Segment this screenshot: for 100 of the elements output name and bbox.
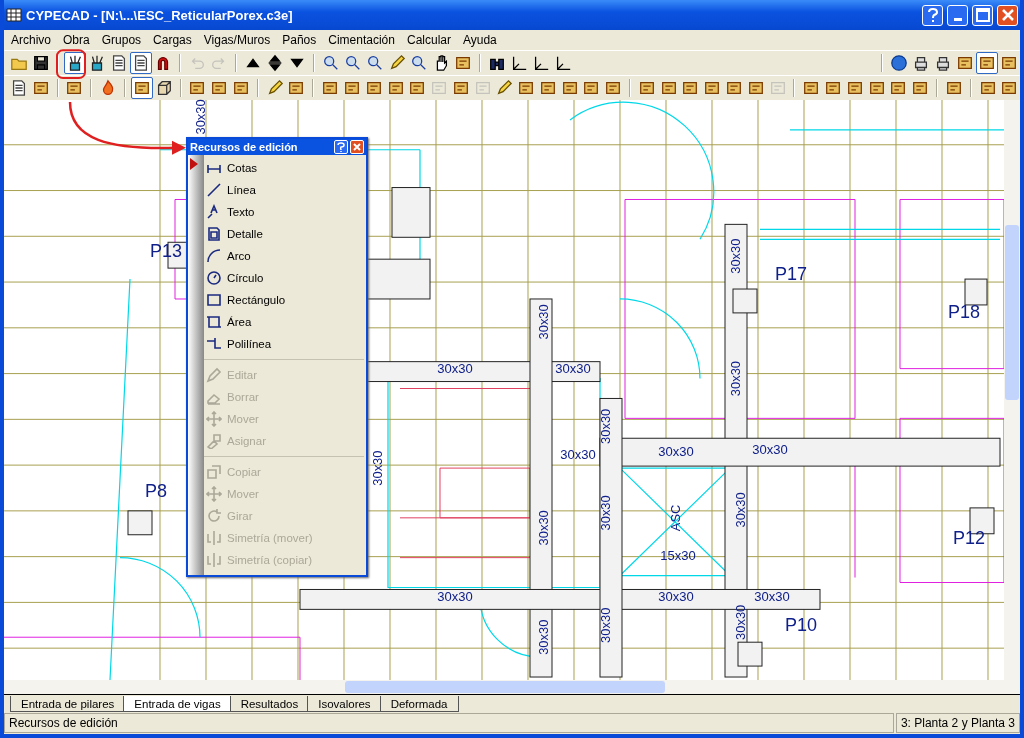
section-size-label: ASC (667, 504, 683, 532)
tool-icon (1000, 79, 1019, 97)
tab[interactable]: Entrada de pilares (10, 696, 126, 712)
tool-list-item[interactable]: Polilínea (204, 333, 366, 355)
tool-icon (911, 79, 930, 97)
column-label: P10 (785, 615, 817, 636)
menu-item[interactable]: Vigas/Muros (198, 33, 276, 47)
menu-item[interactable]: Archivo (6, 33, 56, 47)
toolbar-button[interactable] (976, 52, 998, 74)
menu-item[interactable]: Grupos (96, 33, 147, 47)
tool-icon (724, 79, 743, 97)
section-size-label: 30x30 (727, 360, 743, 397)
tool-icon (845, 79, 864, 97)
grid-icon (6, 7, 22, 23)
document-icon (132, 54, 150, 72)
maximize-button[interactable] (972, 4, 993, 26)
tool-icon (451, 79, 470, 97)
menu-item[interactable]: Paños (277, 33, 322, 47)
copy-icon (206, 464, 222, 480)
tool-icon (802, 79, 821, 97)
section-size-label: 30x30 (754, 589, 790, 605)
tool-icon (978, 54, 996, 72)
tool-icon (454, 54, 472, 72)
tool-icon (824, 79, 842, 97)
help-button[interactable] (922, 4, 943, 26)
tool-icon (768, 79, 787, 97)
tab[interactable]: Entrada de vigas (123, 696, 232, 712)
tool-icon (582, 79, 601, 97)
column-label: P18 (948, 301, 980, 322)
column-label: P13 (150, 241, 182, 262)
column-label: P12 (953, 527, 985, 548)
menu-item[interactable]: Calcular (401, 33, 456, 47)
horizontal-scrollbar[interactable] (4, 680, 1020, 694)
tool-icon (703, 79, 722, 97)
tool-list-item[interactable]: Línea (204, 179, 366, 201)
tool-icon (746, 79, 765, 97)
tool-list-item[interactable]: Detalle (204, 223, 366, 245)
help-button[interactable] (334, 140, 348, 154)
tool-list-item[interactable]: Cotas (204, 157, 366, 179)
section-size-label: 30x30 (437, 360, 473, 376)
axes-icon (554, 54, 572, 72)
printer-icon (934, 54, 952, 72)
tool-list-item[interactable]: Círculo (204, 267, 366, 289)
vertical-scrollbar[interactable] (1004, 100, 1020, 680)
highlight-ring (56, 49, 86, 80)
section-size-label: 30x30 (597, 408, 613, 444)
toolbar-button[interactable] (64, 52, 86, 74)
minimize-button[interactable] (947, 4, 968, 26)
toolbar-button[interactable] (130, 52, 152, 74)
toolbar-button[interactable] (888, 52, 910, 74)
maximize-icon (975, 8, 990, 22)
tab[interactable]: Resultados (229, 696, 310, 712)
section-size-label: 30x30 (535, 619, 551, 655)
polyline-icon (206, 336, 222, 352)
hand-pointer-icon (206, 433, 222, 449)
tool-icon (321, 79, 340, 97)
tool-list-item[interactable]: Área (204, 311, 366, 333)
tool-icon (681, 79, 700, 97)
section-size-label: 30x30 (535, 510, 551, 546)
column-label: P8 (145, 481, 167, 501)
tool-list-item[interactable]: Texto (204, 201, 366, 223)
tool-list-item[interactable]: Rectángulo (204, 289, 366, 311)
tool-icon (956, 54, 974, 72)
section-size-label: 30x30 (369, 450, 385, 486)
magnifier-icon (322, 54, 340, 72)
line-icon (206, 182, 222, 198)
close-button[interactable] (350, 140, 364, 154)
menu-item[interactable]: Cargas (148, 33, 197, 47)
printer-icon (912, 54, 930, 72)
close-button[interactable] (997, 4, 1018, 26)
tool-icon (364, 79, 383, 97)
section-size-label: 30x30 (597, 495, 613, 531)
column-label: P17 (775, 264, 807, 285)
menu-item[interactable]: Ayuda (458, 33, 502, 47)
tool-icon (889, 79, 908, 97)
section-size-label: 30x30 (732, 492, 748, 528)
section-size-label: 30x30 (732, 604, 748, 640)
globe-icon (890, 54, 908, 72)
tool-icon (342, 79, 361, 97)
up-down-arrow-icon (266, 54, 284, 72)
toolbar-button[interactable] (131, 77, 153, 99)
document-icon (110, 54, 128, 72)
tool-icon (408, 79, 427, 97)
tool-icon (604, 79, 623, 97)
menu-item[interactable]: Obra (58, 33, 95, 47)
tool-list-item[interactable]: Arco (204, 245, 366, 267)
tool-icon (637, 79, 656, 97)
section-size-label: 30x30 (597, 607, 613, 643)
pencil-icon (265, 79, 284, 97)
tab[interactable]: Isovalores (307, 696, 382, 712)
menu-item[interactable]: Cimentación (323, 33, 400, 47)
four-way-arrow-icon (206, 411, 222, 427)
tool-icon (867, 79, 886, 97)
magnifier-icon (366, 54, 384, 72)
section-size-label: 30x30 (752, 442, 788, 458)
four-way-arrow-icon (206, 486, 222, 502)
tab[interactable]: Deformada (379, 696, 459, 712)
section-size-label: 30x30 (727, 238, 743, 274)
tool-icon (1000, 54, 1018, 72)
pencil-icon (206, 367, 222, 383)
